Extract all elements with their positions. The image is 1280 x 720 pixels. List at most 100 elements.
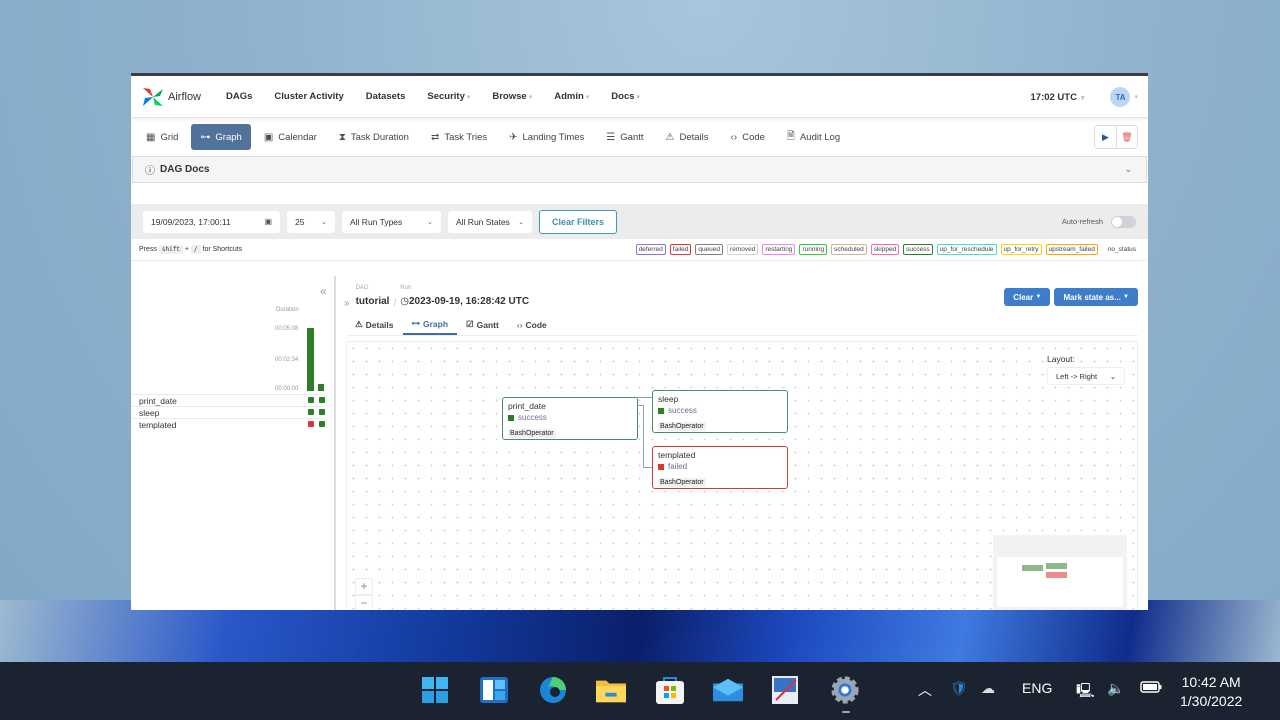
security-shield-icon[interactable]: 🛡 xyxy=(950,680,968,697)
battery-icon[interactable] xyxy=(1140,680,1162,696)
subtab-graph[interactable]: ⊶ Graph xyxy=(402,314,458,335)
trigger-dag-button[interactable]: ▶ xyxy=(1095,126,1116,148)
nav-datasets[interactable]: Datasets xyxy=(366,91,406,102)
tab-task-tries[interactable]: ⇄ Task Tries xyxy=(422,124,496,150)
state-legend-running: running xyxy=(799,244,828,255)
nav-dags[interactable]: DAGs xyxy=(226,91,252,102)
nav-label: DAGs xyxy=(226,91,253,102)
tab-code[interactable]: ‹› Code xyxy=(722,124,774,150)
play-icon: ▶ xyxy=(1102,131,1109,142)
graph-minimap[interactable] xyxy=(993,535,1127,610)
browser-window: Airflow DAGs Cluster Activity Datasets S… xyxy=(131,73,1148,610)
volume-icon[interactable]: 🔈 xyxy=(1107,680,1124,697)
caret-down-icon: ▼ xyxy=(1123,294,1129,300)
settings-icon[interactable] xyxy=(830,675,860,705)
zoom-in-button[interactable]: + xyxy=(355,578,373,595)
onedrive-cloud-icon[interactable]: ☁ xyxy=(981,680,995,697)
tab-gantt[interactable]: ☰ Gantt xyxy=(597,124,652,150)
task-instance-square[interactable] xyxy=(308,421,314,427)
clear-filters-button[interactable]: Clear Filters xyxy=(539,209,618,234)
run-duration-bar[interactable] xyxy=(318,384,324,391)
dag-docs-accordion[interactable]: ⓘ DAG Docs ⌄ xyxy=(132,156,1147,183)
tab-audit-log[interactable]: 🗎 Audit Log xyxy=(778,124,849,150)
task-instance-square[interactable] xyxy=(308,397,314,403)
subtab-gantt[interactable]: ☑ Gantt xyxy=(457,314,508,335)
language-indicator[interactable]: ENG xyxy=(1022,680,1052,696)
task-name: print_date xyxy=(139,395,177,406)
task-instance-square[interactable] xyxy=(319,421,325,427)
task-name: templated xyxy=(139,419,177,430)
task-node-templated[interactable]: templated failed BashOperator xyxy=(652,446,788,489)
mail-icon[interactable] xyxy=(713,675,743,705)
base-date-input[interactable]: 19/09/2023, 17:00:11 ▣ xyxy=(143,210,280,233)
network-icon[interactable]: 🖳 xyxy=(1076,680,1095,704)
tab-calendar[interactable]: ▣ Calendar xyxy=(255,124,326,150)
task-instance-square[interactable] xyxy=(308,409,314,415)
timezone-dropdown[interactable]: 17:02 UTC ▾ xyxy=(1031,92,1085,103)
task-row[interactable]: sleep xyxy=(131,406,326,418)
subtab-code[interactable]: ‹› Code xyxy=(508,314,556,335)
tab-details[interactable]: ⚠ Details xyxy=(657,124,718,150)
state-legend-success: success xyxy=(903,244,933,255)
nav-cluster-activity[interactable]: Cluster Activity xyxy=(274,91,343,102)
paint-icon[interactable] xyxy=(770,675,800,705)
graph-canvas[interactable]: Layout: Left -> Right ⌄ print_date succes… xyxy=(346,341,1138,610)
breadcrumb-label: DAG xyxy=(355,285,369,291)
clear-button[interactable]: Clear ▼ xyxy=(1004,288,1051,306)
num-runs-select[interactable]: 25 ⌄ xyxy=(287,210,335,233)
task-row[interactable]: print_date xyxy=(131,394,326,406)
tab-graph[interactable]: ⊶ Graph xyxy=(191,124,251,150)
run-states-select[interactable]: All Run States ⌄ xyxy=(448,210,532,233)
nav-docs[interactable]: Docs ▾ xyxy=(611,91,640,102)
task-row[interactable]: templated xyxy=(131,418,326,430)
nav-admin[interactable]: Admin ▾ xyxy=(554,91,589,102)
graph-edge xyxy=(643,405,644,467)
file-search-icon: 🗎 xyxy=(786,130,795,142)
clear-label: Clear xyxy=(1013,292,1034,302)
show-hidden-icons[interactable]: ︿ xyxy=(918,680,932,700)
layout-select[interactable]: Left -> Right ⌄ xyxy=(1047,367,1125,385)
subtab-details[interactable]: ⚠ Details xyxy=(346,314,403,335)
task-node-print-date[interactable]: print_date success BashOperator xyxy=(502,397,638,440)
auto-refresh-toggle[interactable] xyxy=(1111,215,1136,228)
tab-grid[interactable]: ▦ Grid xyxy=(137,124,187,150)
expand-grid-button[interactable]: » xyxy=(344,298,350,309)
task-node-operator: BashOperator xyxy=(658,422,706,431)
task-instance-square[interactable] xyxy=(319,397,325,403)
task-node-sleep[interactable]: sleep success BashOperator xyxy=(652,390,788,433)
breadcrumb-run[interactable]: Run ◷2023-09-19, 16:28:42 UTC xyxy=(400,285,529,309)
clock-time: 10:42 AM xyxy=(1181,674,1241,690)
tab-task-duration[interactable]: ⧗ Task Duration xyxy=(330,124,418,150)
dag-id: tutorial xyxy=(355,296,390,307)
nav-security[interactable]: Security ▾ xyxy=(427,91,470,102)
task-instance-square[interactable] xyxy=(319,409,325,415)
system-clock[interactable]: 10:42 AM 1/30/2022 xyxy=(1180,673,1242,711)
microsoft-store-icon[interactable] xyxy=(655,675,685,705)
run-duration-bar[interactable] xyxy=(307,328,314,391)
edge-browser-icon[interactable] xyxy=(538,675,568,705)
windows-start-icon[interactable] xyxy=(420,675,450,705)
graph-icon: ⊶ xyxy=(411,318,421,328)
state-indicator xyxy=(658,463,664,470)
mark-state-button[interactable]: Mark state as... ▼ xyxy=(1054,288,1138,306)
nav-browse[interactable]: Browse ▾ xyxy=(492,91,532,102)
breadcrumb-dag[interactable]: DAG tutorial xyxy=(356,285,390,309)
zoom-out-button[interactable]: − xyxy=(355,595,373,610)
state-legend-scheduled: scheduled xyxy=(831,244,867,255)
tab-label: Task Duration xyxy=(350,131,409,143)
user-menu[interactable]: TA ▾ xyxy=(1110,87,1138,107)
grid-pane: « Duration 00:05:08 00:02:34 00:00:00 pr… xyxy=(131,276,336,610)
chevron-down-icon: ⌄ xyxy=(1124,164,1132,174)
file-explorer-icon[interactable] xyxy=(596,675,626,705)
dag-docs-label: DAG Docs xyxy=(160,164,210,175)
caret-down-icon: ▾ xyxy=(585,93,590,101)
run-types-select[interactable]: All Run Types ⌄ xyxy=(342,210,441,233)
airflow-logo[interactable]: Airflow xyxy=(141,86,226,108)
layout-value: Left -> Right xyxy=(1056,371,1098,381)
widgets-icon[interactable] xyxy=(479,675,509,705)
nav-label: Cluster Activity xyxy=(274,91,344,102)
breadcrumb-label: Run xyxy=(400,285,412,291)
tab-landing-times[interactable]: ✈ Landing Times xyxy=(500,124,593,150)
delete-dag-button[interactable]: 🗑 xyxy=(1116,126,1137,148)
collapse-grid-button[interactable]: « xyxy=(320,284,327,298)
